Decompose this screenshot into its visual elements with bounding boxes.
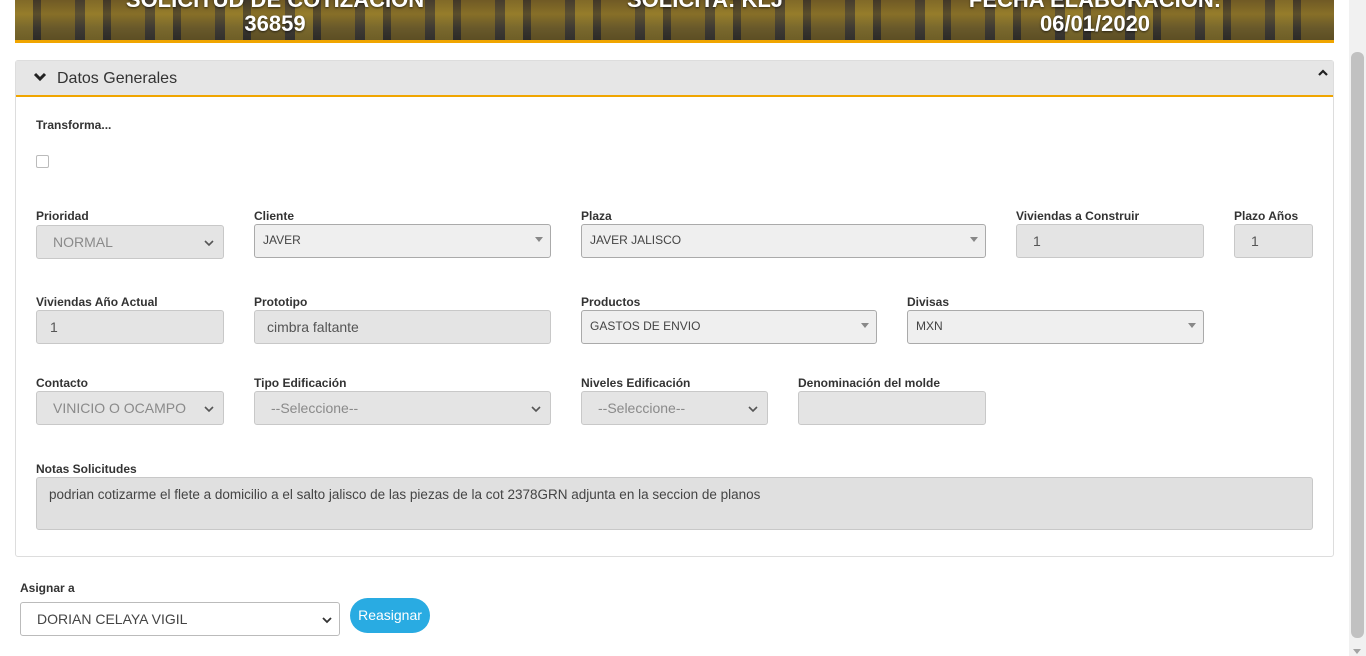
viviendas-ano-actual-input[interactable]: 1 xyxy=(36,310,224,344)
plaza-label: Plaza xyxy=(581,209,612,223)
viviendas-ano-actual-label: Viviendas Año Actual xyxy=(36,295,158,309)
cliente-select[interactable]: JAVER xyxy=(254,224,551,258)
notas-label: Notas Solicitudes xyxy=(36,462,137,476)
transforma-label: Transforma... xyxy=(36,118,112,132)
header-request-value: 36859 xyxy=(244,11,306,36)
tipo-edificacion-select[interactable]: --Seleccione-- xyxy=(254,391,551,425)
panel-header[interactable]: Datos Generales xyxy=(16,61,1333,97)
plazo-anos-value: 1 xyxy=(1251,233,1259,249)
plaza-value: JAVER JALISCO xyxy=(590,233,682,247)
prototipo-input[interactable]: cimbra faltante xyxy=(254,310,551,344)
dropdown-arrow-icon xyxy=(1188,323,1196,328)
vertical-scrollbar[interactable] xyxy=(1349,0,1366,656)
scroll-down-arrow-icon[interactable] xyxy=(1353,649,1361,654)
page: SOLICITUD DE COTIZACIÓN 36859 SOLICITA: … xyxy=(0,0,1366,656)
header-requester-title: SOLICITA: KLJ xyxy=(627,0,783,12)
plaza-select[interactable]: JAVER JALISCO xyxy=(581,224,986,258)
notas-value: podrian cotizarme el flete a domicilio a… xyxy=(49,487,761,502)
asignar-select[interactable]: DORIAN CELAYA VIGIL xyxy=(20,602,340,636)
chevron-down-icon xyxy=(531,406,541,413)
panel-title: Datos Generales xyxy=(57,70,178,87)
productos-select[interactable]: GASTOS DE ENVIO xyxy=(581,310,877,344)
plazo-anos-label: Plazo Años xyxy=(1234,209,1299,223)
tipo-edificacion-value: --Seleccione-- xyxy=(271,400,359,416)
denominacion-molde-input[interactable] xyxy=(798,391,986,425)
cliente-value: JAVER xyxy=(263,233,301,247)
prioridad-value: NORMAL xyxy=(53,234,113,250)
transforma-checkbox[interactable] xyxy=(36,155,49,168)
asignar-value: DORIAN CELAYA VIGIL xyxy=(37,611,188,627)
tipo-edificacion-label: Tipo Edificación xyxy=(254,376,347,390)
header-date-value: 06/01/2020 xyxy=(1039,11,1151,36)
niveles-edificacion-label: Niveles Edificación xyxy=(581,376,691,390)
viviendas-ano-actual-value: 1 xyxy=(50,319,58,335)
denominacion-molde-label: Denominación del molde xyxy=(798,376,941,390)
reasignar-button[interactable]: Reasignar xyxy=(350,598,430,633)
divisas-value: MXN xyxy=(916,319,943,333)
header-requester: SOLICITA: KLJ xyxy=(575,0,835,12)
productos-label: Productos xyxy=(581,295,641,309)
chevron-down-icon xyxy=(204,406,214,413)
plazo-anos-input[interactable]: 1 xyxy=(1234,224,1313,258)
prototipo-label: Prototipo xyxy=(254,295,308,309)
chevron-down-icon xyxy=(748,406,758,413)
prototipo-value: cimbra faltante xyxy=(267,319,359,335)
header-banner: SOLICITUD DE COTIZACIÓN 36859 SOLICITA: … xyxy=(15,0,1334,43)
niveles-edificacion-value: --Seleccione-- xyxy=(598,400,686,416)
contacto-select[interactable]: VINICIO O OCAMPO xyxy=(36,391,224,425)
contacto-value: VINICIO O OCAMPO xyxy=(53,400,187,416)
dropdown-arrow-icon xyxy=(970,237,978,242)
prioridad-select[interactable]: NORMAL xyxy=(36,225,224,259)
productos-value: GASTOS DE ENVIO xyxy=(590,319,701,333)
divisas-label: Divisas xyxy=(907,295,950,309)
contacto-label: Contacto xyxy=(36,376,88,390)
cliente-label: Cliente xyxy=(254,209,295,223)
viviendas-construir-value: 1 xyxy=(1033,233,1041,249)
chevron-down-icon[interactable] xyxy=(33,70,47,84)
chevron-up-icon[interactable] xyxy=(1317,67,1329,79)
chevron-down-icon xyxy=(204,240,214,247)
viviendas-construir-label: Viviendas a Construir xyxy=(1016,209,1140,223)
asignar-label: Asignar a xyxy=(20,581,75,595)
viviendas-construir-input[interactable]: 1 xyxy=(1016,224,1204,258)
dropdown-arrow-icon xyxy=(535,237,543,242)
scrollbar-thumb[interactable] xyxy=(1351,52,1364,638)
divisas-select[interactable]: MXN xyxy=(907,310,1204,344)
chevron-down-icon xyxy=(322,617,332,624)
dropdown-arrow-icon xyxy=(861,323,869,328)
header-date: FECHA ELABORACIÓN: 06/01/2020 xyxy=(915,0,1275,36)
niveles-edificacion-select[interactable]: --Seleccione-- xyxy=(581,391,768,425)
header-request-number: SOLICITUD DE COTIZACIÓN 36859 xyxy=(95,0,455,36)
notas-textarea[interactable]: podrian cotizarme el flete a domicilio a… xyxy=(36,477,1313,530)
prioridad-label: Prioridad xyxy=(36,209,89,223)
